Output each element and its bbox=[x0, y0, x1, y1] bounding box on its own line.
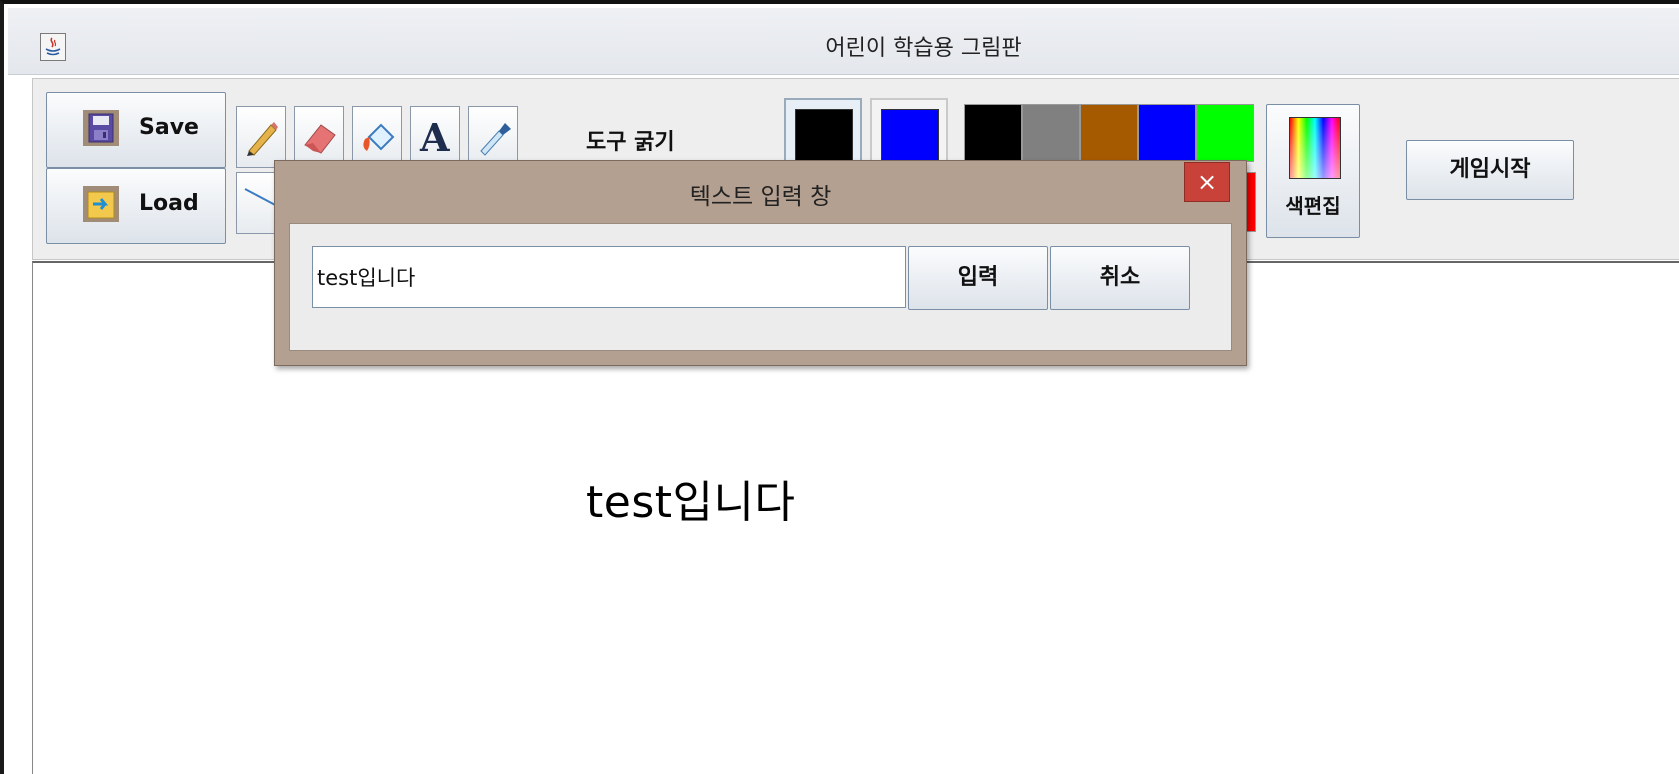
floppy-disk-icon bbox=[81, 108, 121, 148]
eyedropper-tool[interactable] bbox=[468, 106, 518, 168]
text-tool[interactable]: A bbox=[410, 106, 460, 168]
eraser-tool[interactable] bbox=[294, 106, 344, 168]
app-window: 어린이 학습용 그림판 Save Load A 도구 굵기 색편집 게임시작 t… bbox=[0, 0, 1679, 774]
cancel-button[interactable]: 취소 bbox=[1050, 246, 1190, 310]
palette-swatch-green[interactable] bbox=[1196, 104, 1254, 162]
dialog-title: 텍스트 입력 창 bbox=[689, 184, 832, 210]
palette-swatch-blue[interactable] bbox=[1138, 104, 1196, 162]
pencil-icon bbox=[247, 122, 278, 156]
text-input-field[interactable] bbox=[312, 246, 906, 308]
folder-open-icon bbox=[81, 184, 121, 224]
save-label: Save bbox=[139, 115, 199, 140]
load-label: Load bbox=[139, 191, 199, 216]
window-title: 어린이 학습용 그림판 bbox=[825, 36, 1022, 61]
canvas-text: test입니다 bbox=[586, 477, 796, 528]
tool-thickness-label: 도구 굵기 bbox=[586, 130, 675, 155]
svg-text:A: A bbox=[419, 117, 450, 157]
color-edit-label: 색편집 bbox=[1285, 194, 1341, 218]
eyedropper-icon bbox=[480, 123, 511, 156]
dialog-body: 입력 취소 bbox=[289, 223, 1232, 351]
palette-swatch-black[interactable] bbox=[964, 104, 1022, 162]
color-edit-button[interactable]: 색편집 bbox=[1266, 104, 1360, 238]
game-start-button[interactable]: 게임시작 bbox=[1406, 140, 1574, 200]
enter-button[interactable]: 입력 bbox=[908, 246, 1048, 310]
close-icon[interactable]: × bbox=[1184, 162, 1230, 202]
paint-bucket-tool[interactable] bbox=[352, 106, 402, 168]
palette-swatch-gray[interactable] bbox=[1022, 104, 1080, 162]
paint-bucket-icon bbox=[363, 123, 395, 151]
color-spectrum-icon bbox=[1289, 117, 1341, 179]
load-button[interactable]: Load bbox=[46, 168, 226, 244]
save-button[interactable]: Save bbox=[46, 92, 226, 168]
pencil-tool[interactable] bbox=[236, 106, 286, 168]
palette-swatch-brown[interactable] bbox=[1080, 104, 1138, 162]
text-input-dialog: 텍스트 입력 창 × 입력 취소 bbox=[274, 160, 1247, 366]
text-tool-icon: A bbox=[419, 117, 450, 157]
eraser-icon bbox=[304, 124, 336, 154]
title-bar: 어린이 학습용 그림판 bbox=[8, 8, 1679, 75]
